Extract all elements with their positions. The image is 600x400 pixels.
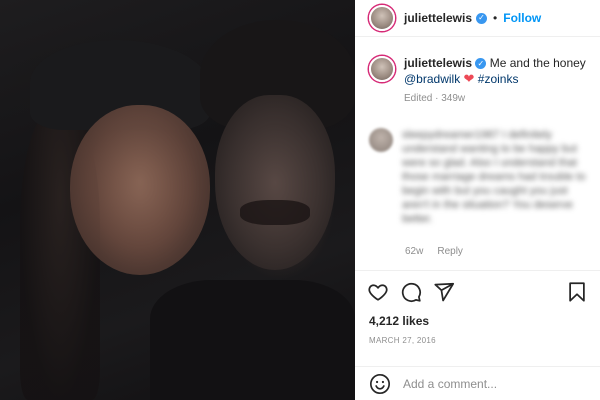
- post-date: MARCH 27, 2016: [369, 336, 436, 345]
- avatar[interactable]: [369, 56, 395, 82]
- hashtag-link[interactable]: #zoinks: [478, 72, 519, 86]
- add-comment-bar: Add a comment...: [355, 366, 600, 400]
- comment-icon[interactable]: [400, 281, 422, 303]
- caption-username-link[interactable]: juliettelewis: [404, 56, 472, 70]
- commenter-username[interactable]: sleepydreamer1987: [402, 129, 499, 141]
- emoji-icon[interactable]: [369, 373, 391, 395]
- action-bar: [355, 270, 600, 310]
- photo-detail: [215, 95, 335, 270]
- caption-body: Me and the honey: [489, 56, 586, 70]
- mention-link[interactable]: @bradwilk: [404, 72, 460, 86]
- post-caption: juliettelewis ✓ Me and the honey @bradwi…: [369, 56, 594, 104]
- separator-dot: •: [493, 11, 498, 25]
- comment-age: 62w: [405, 246, 424, 257]
- like-count[interactable]: 4,212 likes: [369, 314, 429, 328]
- comment-meta: 62w Reply: [405, 246, 463, 257]
- photo-detail: [240, 200, 310, 225]
- heart-emoji-icon: ❤: [463, 71, 475, 86]
- avatar[interactable]: [369, 5, 395, 31]
- add-comment-input[interactable]: Add a comment...: [403, 377, 497, 391]
- verified-badge-icon: ✓: [475, 58, 487, 70]
- post-photo[interactable]: [0, 0, 355, 400]
- username-link[interactable]: juliettelewis: [404, 11, 472, 25]
- commenter-avatar[interactable]: [369, 128, 393, 152]
- heart-icon[interactable]: [367, 281, 389, 303]
- bookmark-icon[interactable]: [566, 281, 588, 303]
- photo-detail: [150, 280, 355, 400]
- verified-badge-icon: ✓: [476, 12, 488, 24]
- share-icon[interactable]: [433, 281, 455, 303]
- comment-item: sleepydreamer1987 I definitely understan…: [369, 128, 594, 226]
- follow-button[interactable]: Follow: [503, 11, 541, 25]
- reply-button[interactable]: Reply: [437, 246, 463, 257]
- comment-body: I definitely understand wanting to be ha…: [402, 129, 586, 225]
- post-side-panel: juliettelewis ✓ • Follow juliettelewis ✓…: [355, 0, 600, 400]
- caption-edited-time: Edited · 349w: [404, 93, 466, 104]
- caption-text: juliettelewis ✓ Me and the honey @bradwi…: [404, 56, 594, 87]
- post-header: juliettelewis ✓ • Follow: [355, 0, 600, 37]
- comment-text-blurred: sleepydreamer1987 I definitely understan…: [402, 128, 592, 226]
- photo-detail: [70, 105, 210, 275]
